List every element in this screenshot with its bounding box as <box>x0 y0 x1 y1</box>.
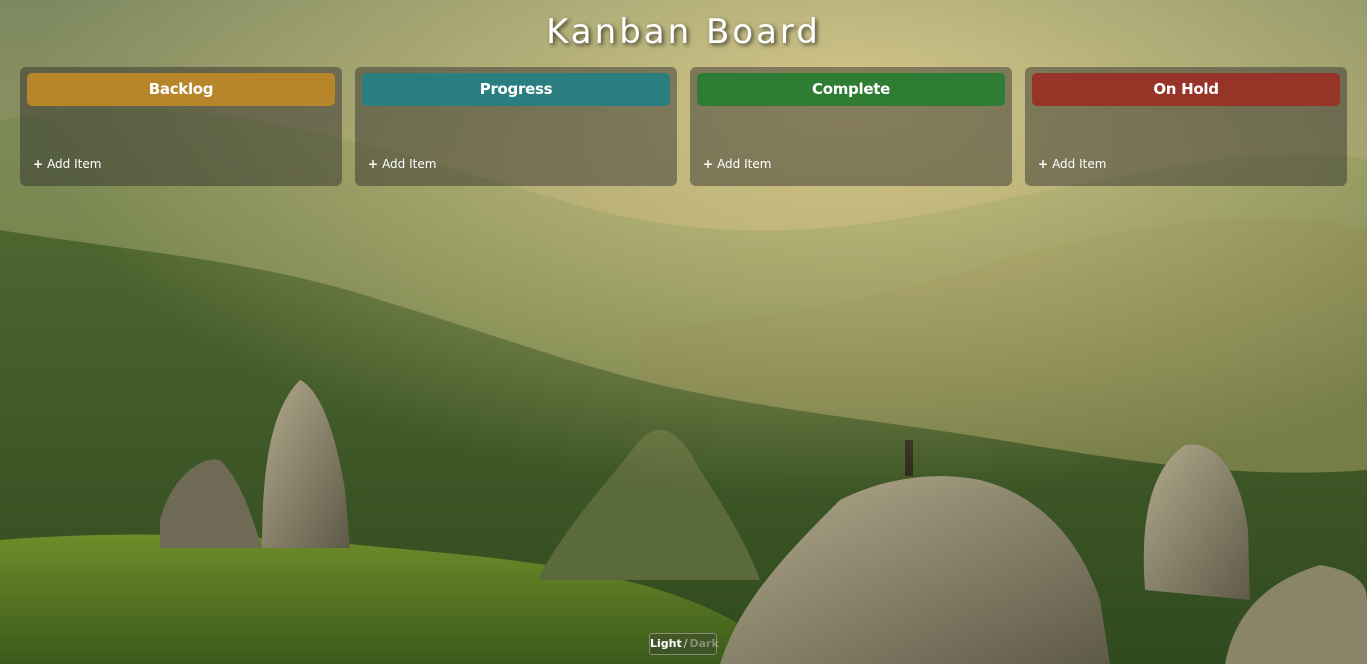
column-header-backlog: Backlog <box>27 73 335 106</box>
column-on-hold: On Hold + Add Item <box>1025 67 1347 186</box>
plus-icon: + <box>368 157 379 171</box>
add-item-label: Add Item <box>717 157 772 171</box>
column-complete: Complete + Add Item <box>690 67 1012 186</box>
add-item-button-backlog[interactable]: + Add Item <box>33 157 101 171</box>
app-stage: Kanban Board Backlog + Add Item Progress … <box>0 0 1367 664</box>
theme-light-option[interactable]: Light <box>650 637 682 650</box>
plus-icon: + <box>703 157 714 171</box>
theme-dark-option[interactable]: Dark <box>689 637 718 650</box>
add-item-label: Add Item <box>382 157 437 171</box>
plus-icon: + <box>33 157 44 171</box>
add-item-label: Add Item <box>47 157 102 171</box>
column-header-progress: Progress <box>362 73 670 106</box>
column-progress: Progress + Add Item <box>355 67 677 186</box>
column-header-complete: Complete <box>697 73 1005 106</box>
theme-separator: / <box>683 637 688 650</box>
add-item-button-on-hold[interactable]: + Add Item <box>1038 157 1106 171</box>
column-backlog: Backlog + Add Item <box>20 67 342 186</box>
plus-icon: + <box>1038 157 1049 171</box>
add-item-button-complete[interactable]: + Add Item <box>703 157 771 171</box>
add-item-button-progress[interactable]: + Add Item <box>368 157 436 171</box>
theme-toggle: Light / Dark <box>649 633 719 655</box>
page-title: Kanban Board <box>546 12 821 52</box>
add-item-label: Add Item <box>1052 157 1107 171</box>
column-header-on-hold: On Hold <box>1032 73 1340 106</box>
